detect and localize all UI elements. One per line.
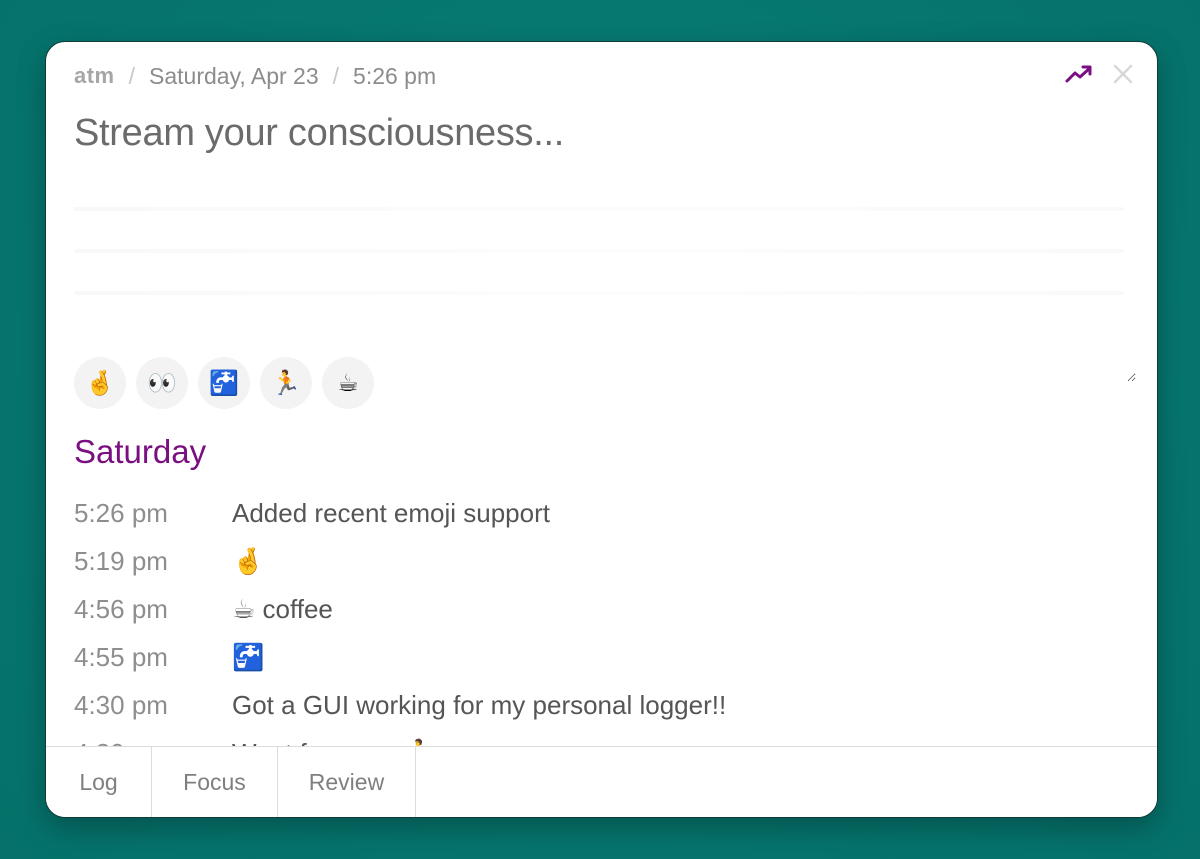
current-date: Saturday, Apr 23 — [149, 62, 319, 89]
emoji-button-coffee[interactable]: ☕ — [322, 357, 374, 409]
log-entry[interactable]: 4:55 pm 🚰 — [74, 633, 1134, 681]
emoji-button-runner[interactable]: 🏃 — [260, 357, 312, 409]
entry-time: 5:19 pm — [74, 545, 168, 576]
log-entry-list: 5:26 pm Added recent emoji support 5:19 … — [74, 489, 1134, 777]
tab-log[interactable]: Log — [46, 747, 152, 817]
day-heading: Saturday — [74, 433, 207, 470]
trending-up-icon[interactable] — [1065, 60, 1093, 88]
tab-review[interactable]: Review — [278, 747, 416, 817]
input-area-background — [74, 207, 1124, 333]
close-icon[interactable] — [1109, 60, 1137, 88]
recent-emoji-bar: 🤞 👀 🚰 🏃 ☕ — [74, 357, 374, 409]
entry-text: ☕ coffee — [232, 593, 333, 624]
decorative-line — [74, 291, 1124, 295]
tab-focus[interactable]: Focus — [152, 747, 278, 817]
decorative-line — [74, 207, 1124, 211]
username: atm — [74, 63, 115, 88]
entry-text: Added recent emoji support — [232, 497, 550, 528]
log-entry[interactable]: 5:26 pm Added recent emoji support — [74, 489, 1134, 537]
entry-time: 4:55 pm — [74, 641, 168, 672]
entry-time: 5:26 pm — [74, 497, 168, 528]
entry-time: 4:30 pm — [74, 689, 168, 720]
log-entry[interactable]: 5:19 pm 🤞 — [74, 537, 1134, 585]
breadcrumb: atm / Saturday, Apr 23 / 5:26 pm — [74, 62, 436, 90]
bottom-tab-bar: Log Focus Review — [46, 746, 1157, 817]
entry-text: 🚰 — [232, 641, 265, 672]
emoji-button-eyes[interactable]: 👀 — [136, 357, 188, 409]
log-entry[interactable]: 4:30 pm Got a GUI working for my persona… — [74, 681, 1134, 729]
emoji-button-crossed-fingers[interactable]: 🤞 — [74, 357, 126, 409]
breadcrumb-separator: / — [128, 62, 136, 89]
entry-text: Got a GUI working for my personal logger… — [232, 689, 727, 720]
decorative-line — [74, 249, 1124, 253]
entry-time: 4:56 pm — [74, 593, 168, 624]
emoji-button-water-tap[interactable]: 🚰 — [198, 357, 250, 409]
entry-text: 🤞 — [232, 545, 265, 576]
logger-window: atm / Saturday, Apr 23 / 5:26 pm Stream … — [45, 41, 1158, 818]
current-time: 5:26 pm — [353, 62, 437, 89]
breadcrumb-separator: / — [332, 62, 340, 89]
log-entry[interactable]: 4:56 pm ☕ coffee — [74, 585, 1134, 633]
window-controls — [1065, 60, 1137, 88]
